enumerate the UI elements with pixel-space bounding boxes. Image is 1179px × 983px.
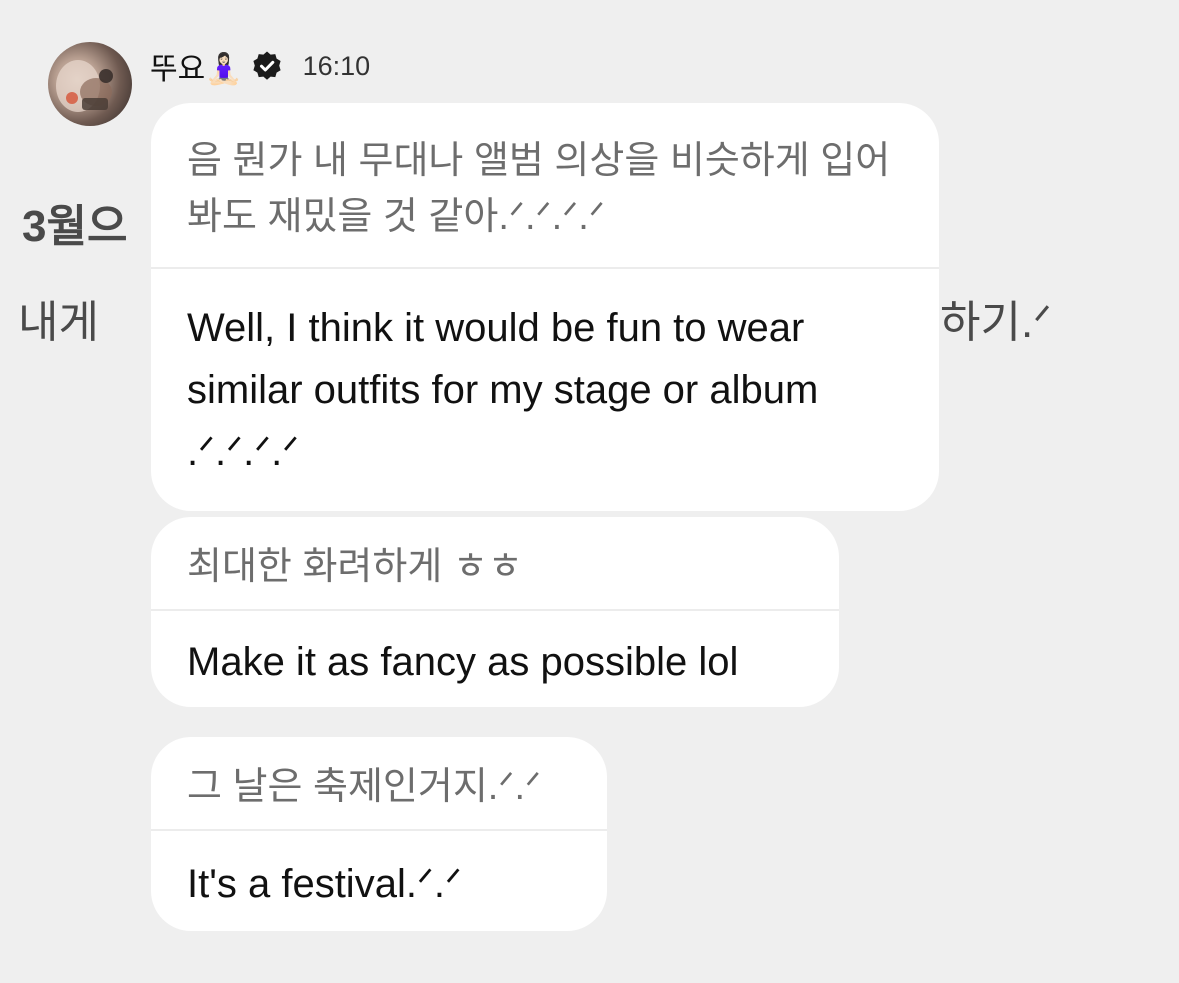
message-translation-text: It's a festival.ᐟ.ᐟ [187,862,462,906]
message-timestamp: 16:10 [302,50,371,81]
message-translation-text: Make it as fancy as possible lol [187,640,739,684]
background-post-line-left: 내게 [18,298,99,347]
message-header: 뚜요🧘🏻‍♀️ 16:10 [150,42,370,90]
message-bubble[interactable]: 음 뭔가 내 무대나 앨범 의상을 비슷하게 입어봐도 재밌을 것 같아.ᐟ.ᐟ… [151,103,939,511]
message-bubble[interactable]: 그 날은 축제인거지.ᐟ.ᐟ It's a festival.ᐟ.ᐟ [151,737,607,931]
message-original-text: 그 날은 축제인거지.ᐟ.ᐟ [151,737,607,831]
avatar[interactable] [48,42,132,126]
message-translation-text: Well, I think it would be fun to wear si… [187,306,819,474]
verified-badge-icon [251,50,283,82]
sender-name[interactable]: 뚜요🧘🏻‍♀️ [150,44,243,88]
background-post-line-right: 하기.ᐟ [940,298,1052,347]
message-original-text: 최대한 화려하게 ㅎㅎ [151,517,839,611]
message-original-text: 음 뭔가 내 무대나 앨범 의상을 비슷하게 입어봐도 재밌을 것 같아.ᐟ.ᐟ… [151,103,939,269]
message-bubble[interactable]: 최대한 화려하게 ㅎㅎ Make it as fancy as possible… [151,517,839,707]
background-post-title: 3월으 [22,202,128,251]
